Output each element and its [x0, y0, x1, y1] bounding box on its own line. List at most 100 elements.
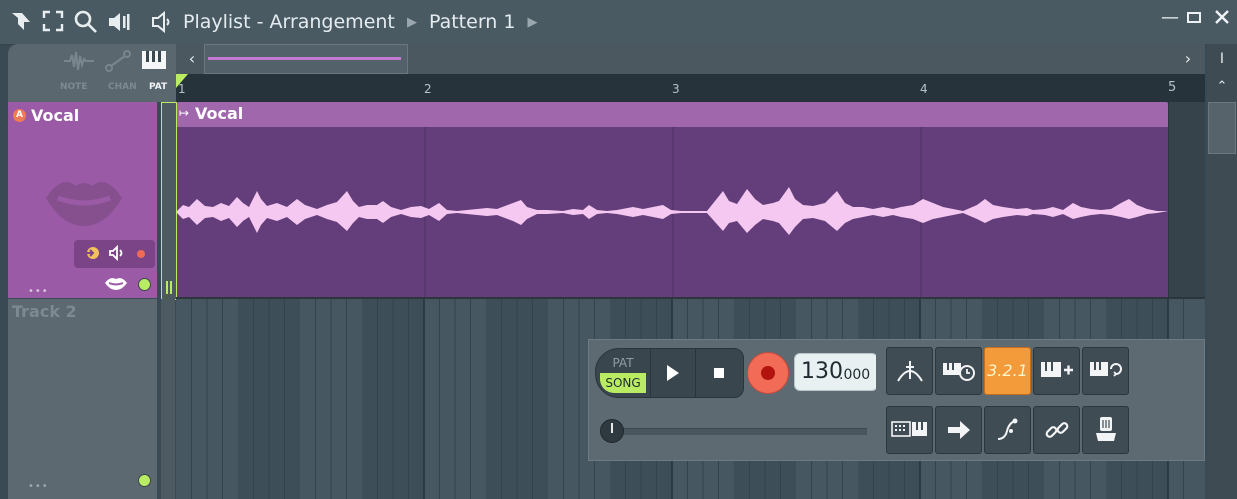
master-volume-knob[interactable]	[600, 419, 624, 443]
stop-button[interactable]	[695, 349, 742, 397]
channel-link-icon[interactable]	[105, 50, 131, 76]
track-name[interactable]: Vocal	[31, 106, 79, 125]
countdown-button[interactable]: 3.2.1	[984, 347, 1031, 395]
title-text: Playlist - Arrangement	[183, 11, 395, 33]
speaker-icon[interactable]	[150, 10, 174, 39]
track-select-strip[interactable]	[161, 102, 177, 300]
timeline-ruler[interactable]: 1 2 3 4 5	[176, 74, 1205, 102]
level-meter	[170, 281, 172, 294]
waveform	[177, 127, 1168, 298]
more-options-icon[interactable]: •••	[28, 286, 49, 297]
minimize-icon[interactable]: —	[1161, 6, 1179, 30]
link-button[interactable]	[1033, 406, 1080, 454]
more-options-icon[interactable]: •••	[28, 481, 49, 492]
metronome-button[interactable]	[886, 347, 933, 395]
track-header-vocal[interactable]: A Vocal •••	[8, 102, 157, 298]
link-icon	[1045, 422, 1068, 438]
maximize-icon[interactable]	[1186, 8, 1202, 32]
pat-mode-label[interactable]: PAT	[600, 353, 646, 373]
track-active-led[interactable]	[138, 474, 151, 487]
level-meter	[166, 281, 168, 294]
track-header-track-2[interactable]: Track 2 •••	[8, 299, 157, 499]
multilink-button[interactable]	[1082, 406, 1129, 454]
knob-indicator	[611, 423, 613, 433]
empty-grid[interactable]	[1168, 102, 1205, 298]
track-name[interactable]: Track 2	[12, 302, 77, 321]
mode-tab-pat[interactable]: PAT	[149, 82, 167, 92]
close-icon[interactable]	[1214, 8, 1230, 32]
scroll-thumb[interactable]	[1208, 102, 1236, 154]
horizontal-scrollbar[interactable]: ‹ ›	[176, 44, 1205, 74]
lips-icon	[46, 182, 122, 226]
grid-line	[1168, 102, 1169, 298]
speaker-icon[interactable]	[107, 10, 131, 39]
audio-track-icon: A	[13, 109, 26, 122]
transport-panel: PAT SONG 130 .000	[588, 339, 878, 461]
bar-number: 5	[1168, 80, 1177, 95]
pattern-name[interactable]: Pattern 1	[429, 11, 515, 33]
piano-plus-icon	[1040, 362, 1073, 377]
piano-clock-icon	[942, 363, 975, 381]
piano-keys-icon[interactable]	[141, 50, 167, 74]
piano-loop-icon	[1089, 362, 1122, 377]
bar-number: 2	[424, 82, 432, 96]
tempo-fraction: .000	[839, 367, 871, 383]
record-arm-icon[interactable]	[137, 250, 145, 258]
bar-number: 3	[672, 82, 680, 96]
tempo-value: 130	[801, 359, 843, 384]
arrow-right-icon	[947, 421, 970, 439]
waveform-icon[interactable]	[64, 50, 94, 76]
mode-tab-note[interactable]: NOTE	[60, 82, 87, 92]
snap-icon[interactable]	[10, 10, 32, 37]
pat-song-toggle[interactable]: PAT SONG	[600, 353, 646, 393]
loop-record-button[interactable]	[1082, 347, 1129, 395]
zoom-icon[interactable]	[74, 10, 98, 39]
fullscreen-icon[interactable]	[42, 10, 64, 37]
window-title: Playlist - Arrangement ▶ Pattern 1 ▶	[183, 10, 544, 37]
wait-for-input-button[interactable]	[935, 347, 982, 395]
track-select-strip[interactable]	[161, 299, 175, 499]
transport-controls: PAT SONG	[595, 348, 744, 398]
mode-selector: NOTE CHAN PAT	[8, 44, 176, 102]
chevron-right-icon: ▶	[406, 15, 417, 30]
scroll-thumb[interactable]	[204, 44, 408, 74]
mode-tab-chan[interactable]: CHAN	[108, 82, 137, 92]
track-controls	[74, 240, 155, 268]
lips-small-icon[interactable]	[104, 275, 128, 291]
typing-keyboard-button[interactable]	[886, 406, 933, 454]
chevron-right-icon[interactable]: ▶	[528, 15, 538, 30]
clip-name: Vocal	[195, 104, 244, 123]
play-button[interactable]	[650, 349, 695, 397]
record-icon	[761, 366, 775, 380]
bar-number: 4	[920, 82, 928, 96]
title-bar: Playlist - Arrangement ▶ Pattern 1 ▶ —	[0, 0, 1237, 45]
menu-toggle-icon[interactable]: I	[1212, 46, 1232, 72]
toolbar-panel: 3.2.1	[876, 339, 1205, 461]
clip-stretch-icon: ↦	[179, 106, 190, 120]
cable-icon	[997, 418, 1017, 440]
track-active-led[interactable]	[138, 278, 151, 291]
scroll-up-icon[interactable]: ⌃	[1212, 76, 1232, 98]
master-volume-track[interactable]	[609, 428, 867, 435]
stop-icon	[714, 368, 724, 378]
vertical-scrollbar[interactable]: I ⌃	[1207, 44, 1237, 499]
scrub-button[interactable]	[984, 406, 1031, 454]
play-icon	[667, 365, 679, 381]
record-button[interactable]	[747, 352, 789, 394]
mute-icon[interactable]	[109, 244, 125, 265]
scroll-left-icon[interactable]: ‹	[180, 48, 204, 70]
audio-clip[interactable]	[177, 127, 1168, 298]
keyboard-piano-icon	[890, 421, 927, 437]
clip-header[interactable]: ↦ Vocal	[177, 102, 1168, 127]
scroll-right-icon[interactable]: ›	[1176, 48, 1200, 70]
countdown-lcd: 3.2.1	[987, 361, 1028, 380]
knob-icon	[1095, 417, 1116, 441]
route-icon[interactable]	[83, 245, 99, 265]
step-edit-button[interactable]	[1033, 347, 1080, 395]
metronome-icon	[896, 361, 923, 382]
overview-bar	[208, 57, 401, 60]
bar-number: 1	[178, 82, 186, 96]
song-mode-label[interactable]: SONG	[600, 373, 646, 393]
arrow-button[interactable]	[935, 406, 982, 454]
tempo-display[interactable]: 130 .000	[794, 353, 878, 391]
